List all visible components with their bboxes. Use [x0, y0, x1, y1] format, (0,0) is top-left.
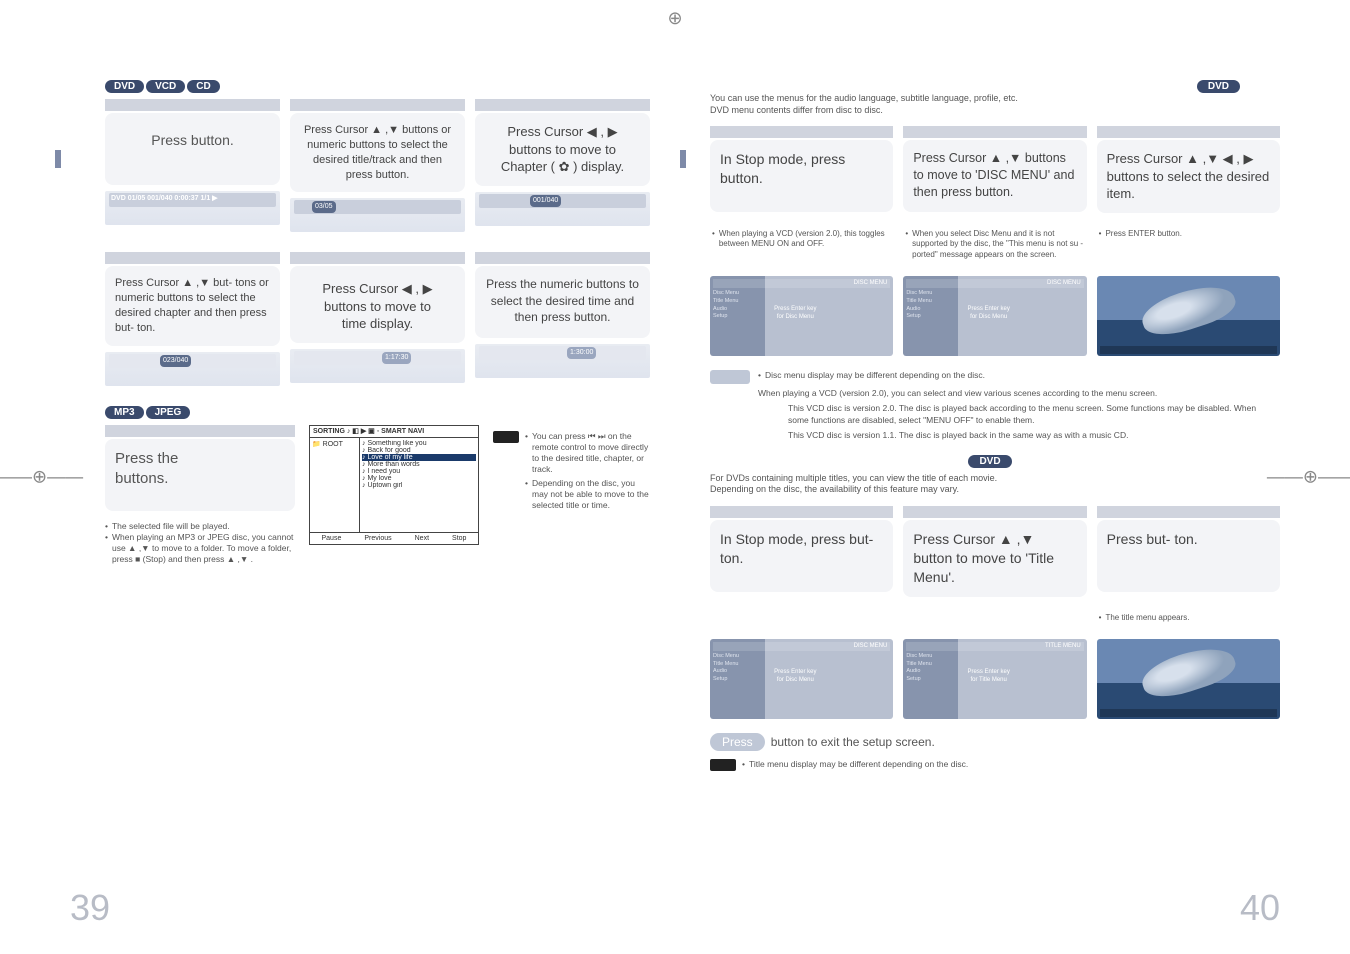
crop-top: ⊕: [667, 8, 682, 29]
dolphin-icon: [1137, 277, 1240, 343]
mp3-press-box: Press the buttons.: [105, 439, 295, 511]
fb-item: ♪ Back for good: [362, 447, 476, 454]
fb-item-selected: ♪ Love of my life: [362, 454, 476, 461]
step-6: Press the numeric buttons to select the …: [475, 252, 650, 385]
press-pill: Press: [710, 733, 765, 751]
thumb-disc-menu-2: DISC MENU Disc Menu Title Menu Audio Set…: [903, 276, 1086, 356]
badge-cd: CD: [187, 80, 219, 93]
osd-4: 023/040: [105, 352, 280, 386]
file-browser: SORTING ♪ ◧ ▶ ▣ ◦ SMART NAVI 📁 ROOT ♪ So…: [309, 425, 479, 545]
fb-item: ♪ My love: [362, 475, 476, 482]
page-number-right: 40: [1240, 887, 1280, 929]
fb-root: 📁 ROOT: [312, 440, 357, 448]
r-note-a: When playing a VCD (version 2.0), this t…: [710, 227, 893, 262]
fb-item: ♪ I need you: [362, 468, 476, 475]
r-step-3: Press Cursor ▲ ,▼ ◀ , ▶ buttons to selec…: [1097, 126, 1280, 213]
r-note-b: When you select Disc Menu and it is not …: [903, 227, 1086, 262]
step-4: Press Cursor ▲ ,▼ but- tons or numeric b…: [105, 252, 280, 385]
r-step-2: Press Cursor ▲ ,▼ buttons to move to 'DI…: [903, 126, 1086, 213]
disc-menu-intro: You can use the menus for the audio lang…: [710, 93, 1280, 116]
r-step-1: In Stop mode, press button.: [710, 126, 893, 213]
thumb-disc-menu-1: DISC MENU Disc Menu Title Menu Audio Set…: [710, 276, 893, 356]
r2-step-3: Press but- ton.: [1097, 506, 1280, 597]
fb-item: ♪ Uptown girl: [362, 482, 476, 489]
badge-dvd-2: DVD: [968, 455, 1011, 468]
page-left: DVD VCD CD Press button. DVD 01/05 001/0…: [50, 70, 670, 924]
bottom-note: Title menu display may be different depe…: [742, 759, 968, 771]
mp3-note-1: The selected file will be played.: [105, 521, 295, 532]
note-icon: [493, 431, 519, 443]
note-tag: [710, 370, 750, 384]
step6-text: Press the numeric buttons to select the …: [475, 266, 650, 338]
thumb-photo-1: [1097, 276, 1280, 356]
note-lines: Disc menu display may be different depen…: [758, 370, 1270, 441]
fb-item: ♪ More than words: [362, 461, 476, 468]
thumb-photo-2: [1097, 639, 1280, 719]
note-block: You can press ⏮ ⏭ on the remote control …: [493, 431, 650, 511]
page-right: DVD You can use the menus for the audio …: [670, 70, 1300, 924]
gutter-bar: [55, 150, 61, 168]
dolphin-icon: [1137, 640, 1240, 706]
gutter-bar: [680, 150, 686, 168]
r2-step-1: In Stop mode, press but- ton.: [710, 506, 893, 597]
fb-item: ♪ Something like you: [362, 440, 476, 447]
osd-2: 03/05: [290, 198, 465, 232]
badge-mp3: MP3: [105, 406, 144, 419]
format-badges-2: MP3 JPEG: [105, 406, 650, 419]
r-note-c: Press ENTER button.: [1097, 227, 1280, 262]
title-menu-intro: For DVDs containing multiple titles, you…: [710, 473, 1280, 496]
exit-row: Press Press button to exit the setup scr…: [710, 733, 1270, 751]
note-icon: [710, 759, 736, 771]
step1-text: Press button.: [105, 113, 280, 185]
r2-step-2: Press Cursor ▲ ,▼ button to move to 'Tit…: [903, 506, 1086, 597]
format-badges: DVD VCD CD: [105, 80, 650, 93]
osd-6: 1:30:00: [475, 344, 650, 378]
step-3: Press Cursor ◀ , ▶ buttons to move to Ch…: [475, 99, 650, 232]
step-2: Press Cursor ▲ ,▼ buttons or numeric but…: [290, 99, 465, 232]
step4-text: Press Cursor ▲ ,▼ but- tons or numeric b…: [105, 266, 280, 345]
thumb-title-menu-2: TITLE MENU Disc Menu Title Menu Audio Se…: [903, 639, 1086, 719]
step-1: Press button. DVD 01/05 001/040 0:00:37 …: [105, 99, 280, 232]
page-number-left: 39: [70, 887, 110, 929]
step3-text: Press Cursor ◀ , ▶ buttons to move to Ch…: [475, 113, 650, 186]
fb-header: SORTING ♪ ◧ ▶ ▣ ◦ SMART NAVI: [310, 426, 478, 438]
thumb-title-menu-1: DISC MENU Disc Menu Title Menu Audio Set…: [710, 639, 893, 719]
step-5: Press Cursor ◀ , ▶ buttons to move to ti…: [290, 252, 465, 385]
osd-1: DVD 01/05 001/040 0:00:37 1/1 ▶: [105, 191, 280, 225]
badge-dvd: DVD: [105, 80, 144, 93]
osd-3: 001/040: [475, 192, 650, 226]
badge-dvd-right: DVD: [1197, 80, 1240, 93]
step2-text: Press Cursor ▲ ,▼ buttons or numeric but…: [290, 113, 465, 192]
badge-jpeg: JPEG: [146, 406, 191, 419]
step5-text: Press Cursor ◀ , ▶ buttons to move to ti…: [290, 266, 465, 343]
r2-note: The title menu appears.: [1097, 611, 1280, 625]
mp3-note-2: When playing an MP3 or JPEG disc, you ca…: [105, 532, 295, 565]
badge-vcd: VCD: [146, 80, 185, 93]
osd-5: 1:17:30: [290, 349, 465, 383]
